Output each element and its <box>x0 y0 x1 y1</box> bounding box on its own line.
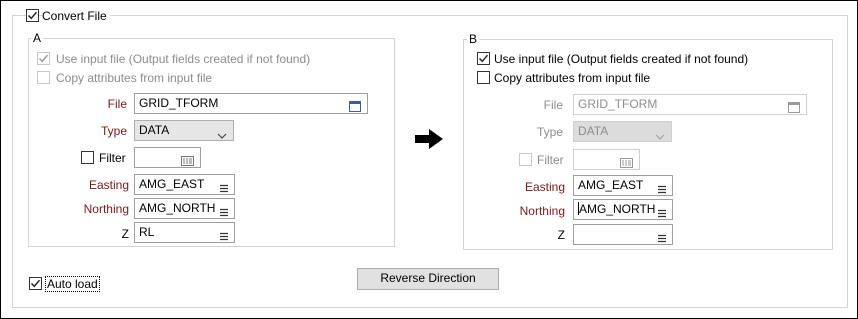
panel-a-type-label: Type <box>100 124 127 138</box>
filter-list-icon[interactable] <box>620 155 633 174</box>
panel-b-copy-attributes-checkbox[interactable] <box>477 71 490 84</box>
panel-a-file-label: File <box>107 97 127 111</box>
panel-b-title: B <box>467 32 480 46</box>
panel-a-use-input-file-checkbox[interactable] <box>37 52 50 65</box>
panel-b-copy-attributes-label: Copy attributes from input file <box>494 71 651 85</box>
panel-a-easting-input[interactable]: AMG_EAST <box>134 174 235 195</box>
panel-b-filter-label: Filter <box>537 153 564 167</box>
panel-b-z-input[interactable] <box>573 224 673 245</box>
panel-b-use-input-file-checkbox[interactable] <box>477 52 490 65</box>
panel-a-northing-label: Northing <box>83 202 129 216</box>
panel-a-use-input-file-label: Use input file (Output fields created if… <box>56 52 311 66</box>
panel-b-easting-input[interactable]: AMG_EAST <box>573 175 673 196</box>
arrow-right-icon <box>414 128 444 153</box>
convert-file-label: Convert File <box>42 9 110 23</box>
panel-a-title: A <box>31 31 44 45</box>
field-list-icon[interactable] <box>658 181 666 200</box>
panel-b-file-value: GRID_TFORM <box>578 97 658 111</box>
panel-b-easting-label: Easting <box>524 180 565 194</box>
auto-load-label: Auto load <box>45 276 100 292</box>
panel-b-northing-input[interactable]: AMG_NORTH <box>573 199 673 220</box>
panel-b-filter-checkbox[interactable] <box>519 153 532 166</box>
panel-a-file-input[interactable]: GRID_TFORM <box>134 93 368 114</box>
chevron-down-icon <box>655 128 665 147</box>
panel-b-filter-input[interactable] <box>573 149 640 170</box>
panel-a-copy-attributes-label: Copy attributes from input file <box>56 71 213 85</box>
chevron-down-icon <box>217 127 227 146</box>
panel-b-type-value: DATA <box>578 124 609 138</box>
panel-a-easting-label: Easting <box>88 178 129 192</box>
panel-b-file-input[interactable]: GRID_TFORM <box>573 94 807 115</box>
panel-a-file-value: GRID_TFORM <box>139 96 219 110</box>
panel-a-filter-input[interactable] <box>134 147 201 168</box>
panel-a-filter-label: Filter <box>99 151 126 165</box>
file-browse-icon[interactable] <box>349 99 361 118</box>
field-list-icon[interactable] <box>658 205 666 224</box>
panel-a-z-input[interactable]: RL <box>134 222 235 243</box>
panel-b-use-input-file-label: Use input file (Output fields created if… <box>494 52 749 66</box>
panel-a-copy-attributes-checkbox[interactable] <box>37 71 50 84</box>
field-list-icon[interactable] <box>220 180 228 199</box>
panel-b-type-select[interactable]: DATA <box>573 121 672 142</box>
field-list-icon[interactable] <box>220 228 228 247</box>
panel-b-northing-label: Northing <box>519 204 565 218</box>
convert-file-checkbox[interactable] <box>26 9 39 22</box>
panel-a-northing-input[interactable]: AMG_NORTH <box>134 198 235 219</box>
panel-a-type-select[interactable]: DATA <box>134 120 234 141</box>
filter-list-icon[interactable] <box>181 153 194 172</box>
panel-b-file-label: File <box>543 98 563 112</box>
panel-a-filter-checkbox[interactable] <box>81 151 94 164</box>
file-browse-icon[interactable] <box>788 100 800 119</box>
auto-load-checkbox[interactable] <box>29 277 42 290</box>
panel-a-type-value: DATA <box>139 123 170 137</box>
panel-b-type-label: Type <box>536 125 563 139</box>
field-list-icon[interactable] <box>658 230 666 249</box>
reverse-direction-button[interactable]: Reverse Direction <box>357 268 499 290</box>
panel-b-z-label: Z <box>557 228 565 242</box>
panel-a-z-label: Z <box>121 227 129 241</box>
field-list-icon[interactable] <box>220 204 228 223</box>
